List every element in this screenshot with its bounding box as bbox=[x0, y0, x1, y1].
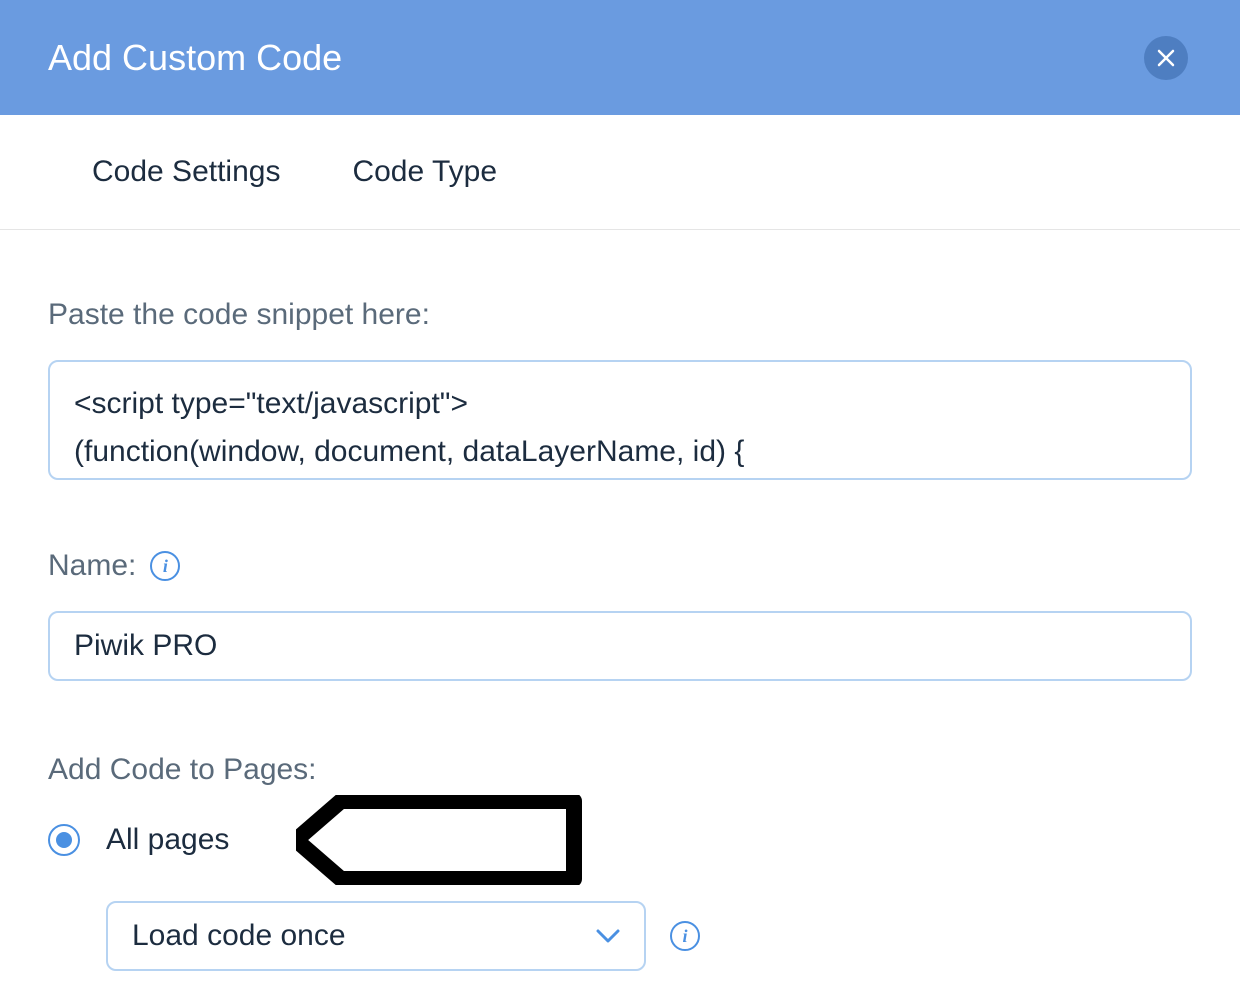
content-area: Paste the code snippet here: Name: i Add… bbox=[0, 230, 1240, 971]
radio-inner-dot bbox=[56, 832, 72, 848]
snippet-label: Paste the code snippet here: bbox=[48, 298, 1192, 332]
tab-code-type[interactable]: Code Type bbox=[352, 155, 497, 189]
pages-section: Add Code to Pages: All pages Load code o… bbox=[48, 753, 1192, 971]
chevron-down-icon bbox=[596, 929, 620, 943]
tab-code-settings[interactable]: Code Settings bbox=[92, 155, 280, 189]
dropdown-selected-text: Load code once bbox=[132, 919, 346, 953]
close-icon bbox=[1157, 49, 1175, 67]
tab-bar: Code Settings Code Type bbox=[0, 115, 1240, 230]
name-input[interactable] bbox=[48, 611, 1192, 681]
info-icon[interactable]: i bbox=[670, 921, 700, 951]
radio-all-pages-row: All pages bbox=[48, 823, 1192, 857]
pointer-annotation bbox=[296, 795, 586, 885]
dialog-title: Add Custom Code bbox=[48, 37, 342, 79]
pages-label: Add Code to Pages: bbox=[48, 753, 1192, 787]
dialog-header: Add Custom Code bbox=[0, 0, 1240, 115]
name-label-row: Name: i bbox=[48, 549, 1192, 583]
code-snippet-input[interactable] bbox=[48, 360, 1192, 480]
close-button[interactable] bbox=[1144, 36, 1188, 80]
name-label: Name: bbox=[48, 549, 136, 583]
snippet-section: Paste the code snippet here: bbox=[48, 298, 1192, 485]
info-icon[interactable]: i bbox=[150, 551, 180, 581]
radio-all-pages-label: All pages bbox=[106, 823, 229, 857]
load-code-dropdown[interactable]: Load code once bbox=[106, 901, 646, 971]
radio-all-pages[interactable] bbox=[48, 824, 80, 856]
load-code-row: Load code once i bbox=[106, 901, 1192, 971]
name-section: Name: i bbox=[48, 549, 1192, 681]
